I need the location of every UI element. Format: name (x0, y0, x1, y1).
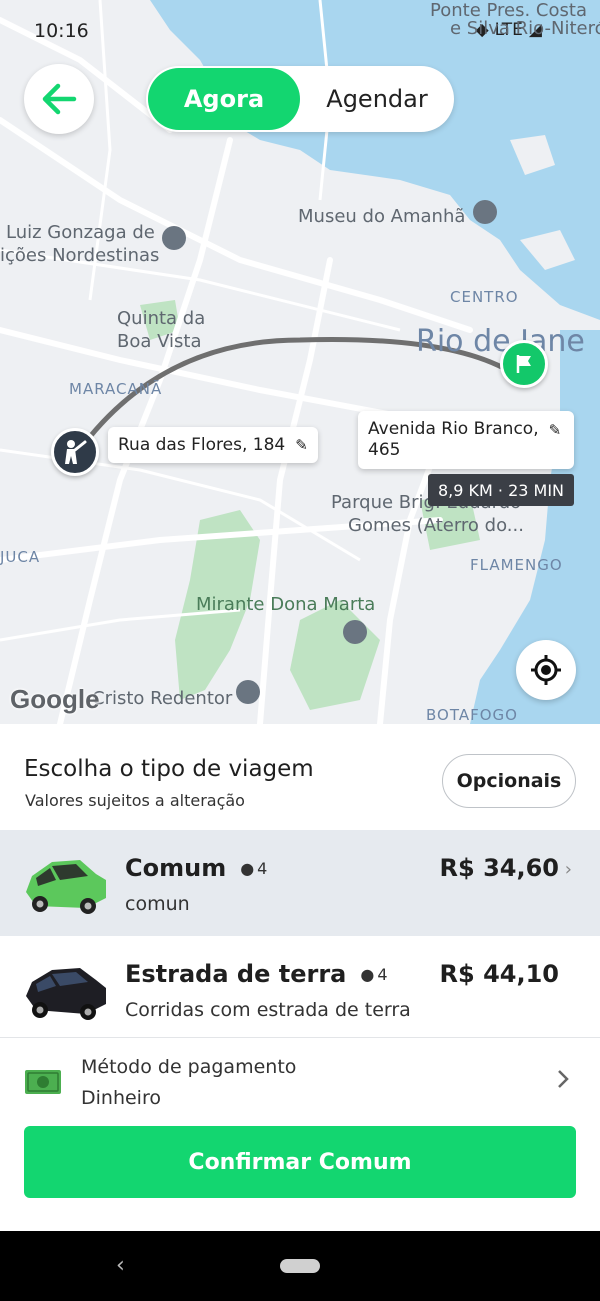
confirm-button[interactable]: Confirmar Comum (24, 1126, 576, 1198)
map-label: CENTRO (450, 288, 519, 306)
camera-icon (236, 680, 260, 704)
edit-icon: ✎ (295, 436, 308, 454)
chevron-right-icon: › (564, 859, 572, 880)
tab-now[interactable]: Agora (148, 68, 300, 130)
ride-options-sheet: Escolha o tipo de viagem Valores sujeito… (0, 724, 600, 1231)
person-icon: ● (360, 964, 375, 984)
map-label: Mirante Dona Marta (196, 594, 376, 615)
map-label: Cristo Redentor (92, 688, 233, 709)
status-time: 10:16 (34, 20, 89, 42)
google-logo: Google (10, 684, 100, 714)
map-label: Rio de Jane (416, 324, 585, 359)
destination-callout[interactable]: Avenida Rio Branco, 465 ✎ (358, 411, 574, 469)
origin-pin[interactable] (51, 428, 99, 476)
ride-name-text: Comum (125, 854, 227, 882)
destination-address: Avenida Rio Branco, 465 (368, 419, 539, 461)
time-toggle: Agora Agendar (146, 66, 454, 132)
origin-address: Rua das Flores, 184 (118, 435, 286, 455)
back-button[interactable] (24, 64, 94, 134)
payment-value: Dinheiro (81, 1087, 161, 1109)
options-button[interactable]: Opcionais (442, 754, 576, 808)
map-label: Gomes (Aterro do... (348, 515, 524, 536)
eta-badge: 8,9 KM · 23 MIN (428, 474, 575, 506)
destination-address-line1: Avenida Rio Branco, (368, 419, 539, 439)
my-location-button[interactable] (516, 640, 576, 700)
map-label: ições Nordestinas (0, 245, 160, 266)
seat-count-value: 4 (377, 964, 388, 984)
map-label: Museu do Amanhã (298, 206, 466, 227)
destination-pin[interactable] (500, 340, 548, 388)
nav-home-pill[interactable] (280, 1259, 320, 1273)
destination-address-line2: 465 (368, 440, 401, 460)
green-car-icon (26, 860, 106, 914)
map-label: e Silva Rio-Niterói (450, 18, 600, 39)
person-waving-icon (65, 440, 87, 464)
ride-option-comum[interactable]: Comum ● 4 comun R$ 34,60 › (0, 830, 600, 936)
map-label: Quinta da (117, 308, 206, 329)
ride-name: Comum ● 4 (125, 854, 267, 882)
cash-icon (25, 1070, 61, 1094)
map-label: JUCA (0, 548, 41, 566)
arrow-left-icon (42, 83, 77, 115)
crosshair-icon (531, 655, 561, 685)
chevron-right-icon (558, 1070, 569, 1088)
sheet-title: Escolha o tipo de viagem (24, 756, 314, 782)
museum-icon (473, 200, 497, 224)
seat-count: ● 4 (240, 859, 267, 878)
camera-icon (162, 226, 186, 250)
origin-callout[interactable]: Rua das Flores, 184 ✎ (108, 427, 318, 463)
nav-back-icon[interactable]: ‹ (116, 1253, 125, 1278)
ride-name: Estrada de terra ● 4 (125, 960, 388, 988)
map-view[interactable]: 10:16 ◆ LTE ◢ Ponte Pres. Costa e Silva … (0, 0, 600, 724)
map-label: Boa Vista (117, 331, 202, 352)
payment-label: Método de pagamento (81, 1056, 297, 1078)
ride-price: R$ 34,60 (439, 854, 559, 882)
sheet-subtitle: Valores sujeitos a alteração (25, 791, 245, 810)
flag-icon (516, 355, 531, 373)
ride-price: R$ 44,10 (439, 960, 559, 988)
edit-icon: ✎ (548, 421, 562, 439)
map-label: MARACANÃ (69, 380, 163, 398)
tab-schedule[interactable]: Agendar (302, 68, 452, 130)
map-label: BOTAFOGO (426, 706, 518, 724)
payment-method-row[interactable]: Método de pagamento Dinheiro (0, 1038, 600, 1124)
camera-icon (343, 620, 367, 644)
ride-description: comun (125, 893, 190, 915)
seat-count: ● 4 (360, 965, 387, 984)
map-label: Luiz Gonzaga de (6, 222, 155, 243)
black-car-icon (26, 968, 106, 1020)
map-label: FLAMENGO (470, 556, 563, 574)
ride-description: Corridas com estrada de terra (125, 999, 411, 1021)
ride-name-text: Estrada de terra (125, 960, 347, 988)
system-nav-bar: ‹ (0, 1231, 600, 1301)
ride-option-estrada[interactable]: Estrada de terra ● 4 Corridas com estrad… (0, 936, 600, 1042)
seat-count-value: 4 (257, 858, 268, 878)
person-icon: ● (240, 858, 255, 878)
